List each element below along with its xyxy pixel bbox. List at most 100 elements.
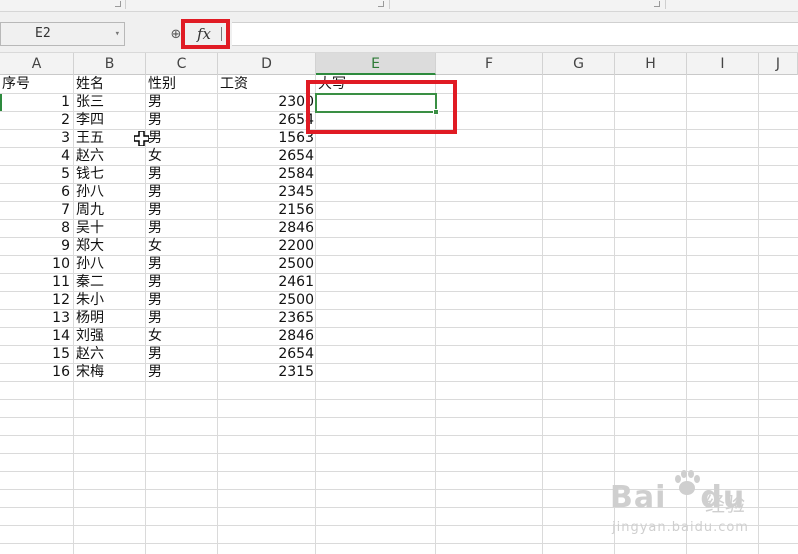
- cell-seq[interactable]: 3: [0, 129, 70, 147]
- formula-input[interactable]: [232, 22, 798, 46]
- cell-name[interactable]: 刘强: [74, 327, 146, 345]
- cell-name[interactable]: 秦二: [74, 273, 146, 291]
- insert-function-button[interactable]: fx: [181, 19, 230, 49]
- cell-seq[interactable]: 12: [0, 291, 70, 309]
- cell-cursor-icon: [134, 131, 149, 146]
- ribbon-group-launcher[interactable]: [378, 1, 384, 7]
- gridline-horizontal: [0, 381, 798, 382]
- cell-gender[interactable]: 女: [146, 327, 218, 345]
- cell-salary[interactable]: 2846: [218, 327, 314, 345]
- cell-name[interactable]: 李四: [74, 111, 146, 129]
- cell-name[interactable]: 宋梅: [74, 363, 146, 381]
- cell-seq[interactable]: 14: [0, 327, 70, 345]
- watermark-url: jingyan.baidu.com: [612, 520, 749, 535]
- cell-name[interactable]: 钱七: [74, 165, 146, 183]
- cell-salary[interactable]: 2500: [218, 255, 314, 273]
- column-header-b[interactable]: B: [74, 53, 146, 75]
- column-header-f[interactable]: F: [436, 53, 543, 75]
- cell-name[interactable]: 孙八: [74, 255, 146, 273]
- cell-gender[interactable]: 男: [146, 111, 218, 129]
- cell-seq[interactable]: 9: [0, 237, 70, 255]
- column-header-c[interactable]: C: [146, 53, 218, 75]
- cell-seq[interactable]: 2: [0, 111, 70, 129]
- cell-salary[interactable]: 2654: [218, 345, 314, 363]
- cell-seq[interactable]: 13: [0, 309, 70, 327]
- gridline-horizontal: [0, 453, 798, 454]
- watermark-cn: 经验: [705, 492, 745, 516]
- header-cell-gender[interactable]: 性别: [146, 75, 218, 93]
- cell-seq[interactable]: 6: [0, 183, 70, 201]
- column-header-g[interactable]: G: [543, 53, 615, 75]
- cell-gender[interactable]: 男: [146, 165, 218, 183]
- cell-gender[interactable]: 男: [146, 201, 218, 219]
- cell-gender[interactable]: 男: [146, 273, 218, 291]
- cell-gender[interactable]: 女: [146, 237, 218, 255]
- column-header-e[interactable]: E: [316, 53, 436, 75]
- cell-salary[interactable]: 2365: [218, 309, 314, 327]
- cell-gender[interactable]: 男: [146, 291, 218, 309]
- cell-gender[interactable]: 男: [146, 183, 218, 201]
- ribbon-separator: [665, 0, 666, 9]
- cell-name[interactable]: 赵六: [74, 147, 146, 165]
- cell-gender[interactable]: 女: [146, 147, 218, 165]
- cell-salary[interactable]: 2654: [218, 147, 314, 165]
- cell-name[interactable]: 郑大: [74, 237, 146, 255]
- cell-salary[interactable]: 2500: [218, 291, 314, 309]
- cell-seq[interactable]: 16: [0, 363, 70, 381]
- ribbon-separator: [125, 0, 126, 9]
- cell-seq[interactable]: 10: [0, 255, 70, 273]
- header-cell-seq[interactable]: 序号: [0, 75, 74, 93]
- cell-salary[interactable]: 2300: [218, 93, 314, 111]
- column-header-row: A B C D E F G H I J: [0, 53, 798, 75]
- cell-salary[interactable]: 1563: [218, 129, 314, 147]
- gridline-horizontal: [0, 417, 798, 418]
- cell-seq[interactable]: 8: [0, 219, 70, 237]
- cell-salary[interactable]: 2461: [218, 273, 314, 291]
- cell-salary[interactable]: 2200: [218, 237, 314, 255]
- cell-name[interactable]: 张三: [74, 93, 146, 111]
- cell-gender[interactable]: 男: [146, 129, 218, 147]
- cell-seq[interactable]: 15: [0, 345, 70, 363]
- ribbon-group-launcher[interactable]: [654, 1, 660, 7]
- cell-gender[interactable]: 男: [146, 93, 218, 111]
- cell-name[interactable]: 孙八: [74, 183, 146, 201]
- annotation-highlight-box: [306, 80, 457, 134]
- cell-gender[interactable]: 男: [146, 363, 218, 381]
- header-cell-name[interactable]: 姓名: [74, 75, 146, 93]
- cell-salary[interactable]: 2846: [218, 219, 314, 237]
- cell-name[interactable]: 赵六: [74, 345, 146, 363]
- name-box[interactable]: E2 ▾: [0, 22, 125, 46]
- cell-seq[interactable]: 7: [0, 201, 70, 219]
- cell-name[interactable]: 吴十: [74, 219, 146, 237]
- column-header-a[interactable]: A: [0, 53, 74, 75]
- text-cursor-icon: [221, 27, 222, 41]
- cell-salary[interactable]: 2584: [218, 165, 314, 183]
- cell-name[interactable]: 杨明: [74, 309, 146, 327]
- cell-name[interactable]: 朱小: [74, 291, 146, 309]
- formula-bar: E2 ▾ ⊕ fx: [0, 12, 798, 53]
- column-header-i[interactable]: I: [687, 53, 759, 75]
- cell-gender[interactable]: 男: [146, 345, 218, 363]
- cell-name[interactable]: 周九: [74, 201, 146, 219]
- column-header-j[interactable]: J: [759, 53, 798, 75]
- cell-gender[interactable]: 男: [146, 309, 218, 327]
- header-cell-salary[interactable]: 工资: [218, 75, 316, 93]
- ribbon-separator: [389, 0, 390, 9]
- cell-salary[interactable]: 2156: [218, 201, 314, 219]
- gridline-horizontal: [0, 435, 798, 436]
- cell-salary[interactable]: 2654: [218, 111, 314, 129]
- chevron-down-icon[interactable]: ▾: [115, 23, 120, 45]
- watermark: Bai du 经验 jingyan.baidu.com: [610, 466, 790, 546]
- cell-salary[interactable]: 2315: [218, 363, 314, 381]
- cell-seq[interactable]: 1: [0, 93, 70, 111]
- cell-seq[interactable]: 11: [0, 273, 70, 291]
- column-header-h[interactable]: H: [615, 53, 687, 75]
- cell-gender[interactable]: 男: [146, 255, 218, 273]
- cell-seq[interactable]: 5: [0, 165, 70, 183]
- ribbon-group-launcher[interactable]: [115, 1, 121, 7]
- cell-salary[interactable]: 2345: [218, 183, 314, 201]
- cell-seq[interactable]: 4: [0, 147, 70, 165]
- cell-gender[interactable]: 男: [146, 219, 218, 237]
- column-header-d[interactable]: D: [218, 53, 316, 75]
- gridline-horizontal: [0, 399, 798, 400]
